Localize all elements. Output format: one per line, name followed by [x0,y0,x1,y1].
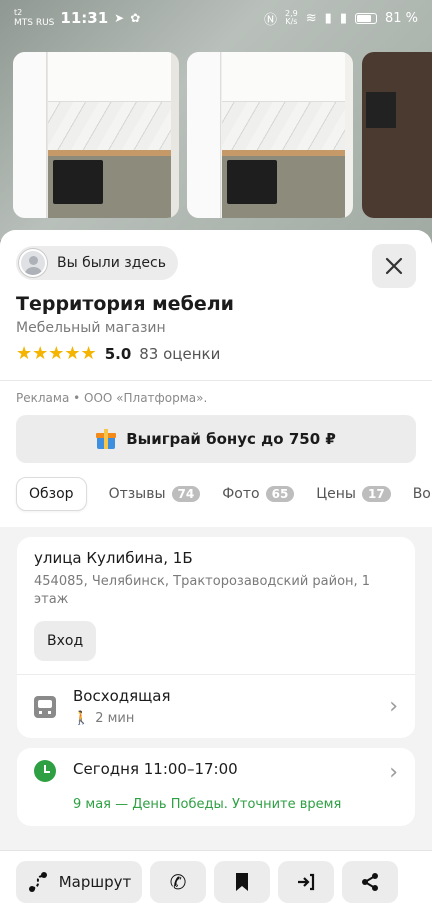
gift-icon [96,429,117,449]
login-icon [298,873,315,890]
battery-icon [354,12,377,24]
divider [0,380,432,381]
place-category: Мебельный магазин [16,320,166,336]
walking-icon: 🚶 [73,711,90,726]
holiday-note: 9 мая — День Победы. Уточните время [73,797,342,812]
oven [53,160,103,204]
battery-percent: 81 % [384,10,418,26]
ad-label[interactable]: Реклама • ООО «Платформа». [16,391,416,405]
hours-card[interactable]: Сегодня 11:00–17:00 9 мая — День Победы.… [17,748,415,826]
tv-image-part [366,92,396,128]
tab-prices[interactable]: Цены 17 [316,486,391,502]
transit-row[interactable]: Восходящая 🚶 2 мин › [17,674,415,738]
tab-label: Цены [316,486,356,502]
bus-stop-icon [34,695,56,718]
photo-showroom[interactable] [362,52,432,218]
rating-count: 83 оценки [139,344,221,363]
visited-chip[interactable]: Вы были здесь [16,246,178,280]
avatar [19,249,47,277]
share-button[interactable] [342,860,398,903]
tab-bar: Обзор Отзывы 74 Фото 65 Цены 17 Вопр [16,477,432,517]
upper-cabinets [222,52,345,102]
walk-time: 2 мин [95,711,135,726]
network-label: t2 [14,8,23,17]
tab-questions[interactable]: Вопр [413,486,432,502]
upper-cabinets [48,52,171,102]
chevron-right-icon: › [389,694,398,719]
bookmark-icon [236,872,248,891]
speed-unit: K/s [285,17,298,26]
address-street[interactable]: улица Кулибина, 1Б [34,549,398,567]
tab-label: Вопр [412,486,432,502]
fridge-image-part [187,52,221,218]
rating-row[interactable]: ★★★★★ 5.0 83 оценки [16,343,416,364]
action-bar: Маршрут ✆ [0,850,432,912]
telegram-icon: ➤ [114,11,125,25]
photo-kitchen-2[interactable] [187,52,353,218]
address-card: улица Кулибина, 1Б 454085, Челябинск, Тр… [17,537,415,738]
place-card-sheet: Вы были здесь Территория мебели Мебельны… [0,230,432,912]
wifi-icon: ≋ [305,10,317,26]
route-icon [28,871,47,892]
tab-count-badge: 65 [265,486,295,502]
tab-count-badge: 17 [362,486,391,502]
hours-today: Сегодня 11:00–17:00 [73,760,238,778]
marble-backsplash [48,102,171,150]
flower-icon: ✿ [130,11,141,25]
address-details: 454085, Челябинск, Тракторозаводский рай… [34,574,371,607]
route-button-label: Маршрут [58,872,132,891]
tab-label: Фото [222,486,260,502]
status-bar: t2 MTS RUS 11:31 ➤ ✿ Ⓝ 2,9 K/s ≋ ▮ ▮ 81 % [0,0,432,36]
photo-kitchen-1[interactable] [13,52,179,218]
tab-label: Отзывы [108,486,166,502]
place-title: Территория мебели [16,293,234,315]
signal-icon-2: ▮ [339,10,347,26]
clock-icon [34,760,56,782]
rating-value: 5.0 [104,344,132,363]
photo-carousel[interactable] [0,0,432,240]
stop-name: Восходящая [73,687,171,705]
chevron-right-icon: › [389,760,398,785]
rating-stars-icon: ★★★★★ [16,343,97,364]
place-header: Вы были здесь Территория мебели Мебельны… [0,230,432,527]
close-button[interactable] [372,244,416,288]
clock-time: 11:31 [60,9,109,27]
carrier-name: MTS RUS [14,18,55,28]
battery-level [356,14,371,22]
carrier-info: t2 MTS RUS [14,8,54,28]
tab-reviews[interactable]: Отзывы 74 [109,486,201,502]
signal-icon: ▮ [324,10,332,26]
tab-photos[interactable]: Фото 65 [222,486,295,502]
close-icon [385,257,403,275]
nfc-icon: Ⓝ [264,12,278,28]
tab-label: Обзор [29,486,74,502]
bonus-button-label: Выиграй бонус до 750 ₽ [126,430,336,448]
bonus-button[interactable]: Выиграй бонус до 750 ₽ [16,415,416,463]
network-speed: 2,9 K/s [285,10,298,26]
phone-icon: ✆ [169,869,187,894]
visited-chip-label: Вы были здесь [57,255,166,271]
bookmark-button[interactable] [214,860,270,903]
walk-time-row: 🚶 2 мин [73,711,171,726]
fridge-image-part [13,52,47,218]
call-button[interactable]: ✆ [150,860,206,903]
marble-backsplash [222,102,345,150]
entrance-button[interactable]: Вход [34,621,97,661]
oven [227,160,277,204]
enter-button[interactable] [278,860,334,903]
tab-count-badge: 74 [171,486,201,502]
share-icon [362,872,378,891]
route-button[interactable]: Маршрут [16,860,142,903]
tab-overview[interactable]: Обзор [16,477,87,511]
